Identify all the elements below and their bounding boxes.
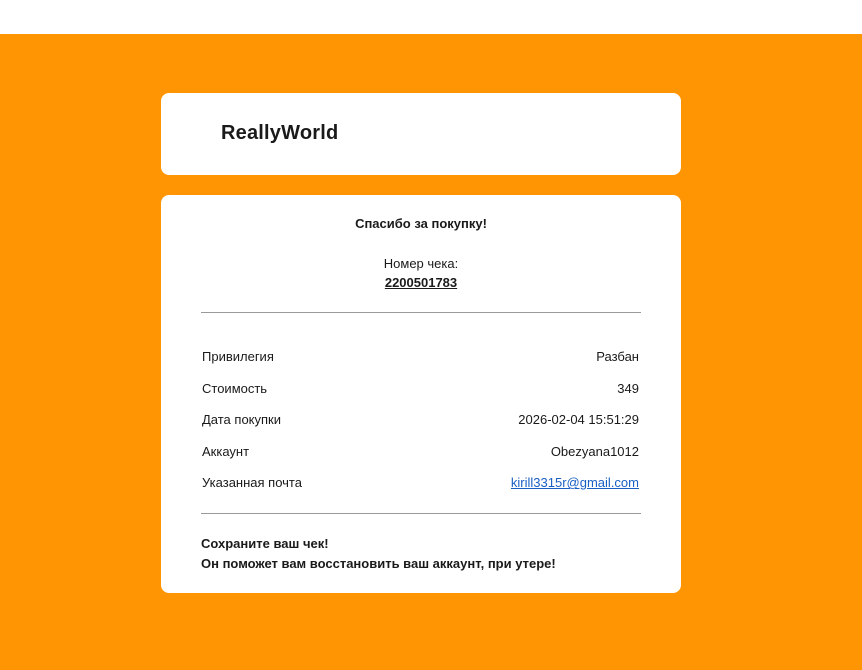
detail-label: Дата покупки: [202, 412, 281, 428]
detail-value: Разбан: [596, 349, 639, 365]
detail-label: Указанная почта: [202, 475, 302, 491]
detail-row-price: Стоимость 349: [202, 373, 639, 405]
detail-row-email: Указанная почта kirill3315r@gmail.com: [202, 467, 639, 499]
restore-account-line: Он поможет вам восстановить ваш аккаунт,…: [201, 556, 556, 571]
divider: [201, 312, 641, 313]
detail-label: Стоимость: [202, 380, 268, 396]
purchase-details: Привилегия Разбан Стоимость 349 Дата пок…: [202, 341, 639, 499]
divider: [201, 513, 641, 514]
detail-row-account: Аккаунт Obezyana1012: [202, 436, 639, 468]
receipt-card: Спасибо за покупку! Номер чека: 22005017…: [161, 195, 681, 593]
thanks-heading: Спасибо за покупку!: [355, 216, 487, 231]
detail-label: Привилегия: [202, 349, 274, 365]
detail-value: Obezyana1012: [550, 443, 639, 459]
receipt-number-label: Номер чека:: [383, 256, 459, 271]
header-card: ReallyWorld: [161, 93, 681, 175]
save-receipt-line: Сохраните ваш чек!: [201, 536, 329, 551]
detail-label: Аккаунт: [202, 443, 250, 459]
detail-value: 349: [617, 380, 639, 396]
detail-value: 2026-02-04 15:51:29: [518, 412, 639, 428]
receipt-number: 2200501783: [384, 275, 458, 290]
email-link[interactable]: kirill3315r@gmail.com: [511, 475, 639, 490]
detail-row-privilege: Привилегия Разбан: [202, 341, 639, 373]
detail-row-purchase-date: Дата покупки 2026-02-04 15:51:29: [202, 404, 639, 436]
top-strip: [0, 0, 862, 34]
save-receipt-note: Сохраните ваш чек! Он поможет вам восста…: [201, 534, 641, 574]
brand-title: ReallyWorld: [221, 122, 339, 144]
